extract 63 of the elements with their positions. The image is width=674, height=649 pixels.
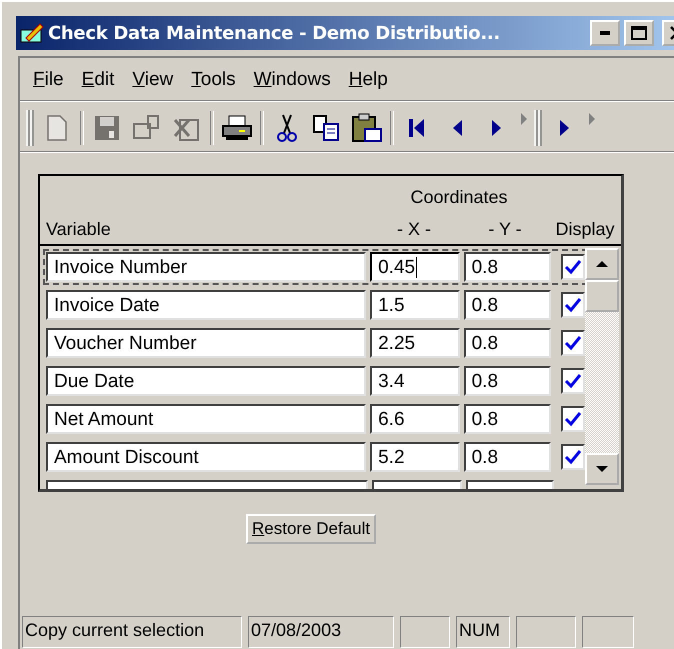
menu-item[interactable]: File	[26, 67, 71, 93]
menu-item[interactable]: View	[125, 67, 180, 93]
y-field[interactable]: 0.8	[464, 290, 552, 320]
menu-item[interactable]: Edit	[74, 67, 122, 93]
scroll-down-icon	[595, 465, 609, 473]
display-checkbox[interactable]	[561, 406, 585, 432]
x-field[interactable]: 6.6	[370, 404, 460, 434]
x-field[interactable]: 5.2	[370, 442, 460, 472]
duplicate-record-icon	[132, 114, 162, 142]
column-group-heading: Coordinates	[409, 187, 509, 208]
scroll-up-icon	[595, 260, 609, 268]
y-field[interactable]: 0.8	[464, 404, 552, 434]
variable-field[interactable]: Invoice Date	[46, 290, 366, 320]
display-checkbox[interactable]	[561, 330, 585, 356]
display-checkbox[interactable]	[561, 292, 585, 318]
variable-field[interactable]: Voucher Number	[46, 328, 366, 358]
focused-row[interactable]: Invoice Number 0.45 0.8	[46, 252, 585, 282]
display-checkbox[interactable]	[561, 368, 585, 394]
toolbar-grip-icon[interactable]	[534, 109, 542, 147]
copy-icon	[312, 114, 342, 142]
status-date: 07/08/2003	[248, 616, 394, 648]
pencil-grid-icon	[20, 22, 44, 44]
scissors-icon	[276, 113, 298, 143]
status-pane	[516, 616, 576, 648]
status-message: Copy current selection	[22, 616, 242, 648]
printer-icon	[221, 114, 253, 142]
x-field[interactable]: 1.5	[370, 290, 460, 320]
maximize-icon	[631, 26, 647, 40]
y-field[interactable]: 0.8	[464, 366, 552, 396]
column-heading: Display	[554, 219, 616, 240]
variable-field[interactable]: Amount Discount	[46, 442, 366, 472]
minimize-icon	[600, 31, 610, 35]
column-heading: - X -	[396, 219, 432, 240]
blank-page-icon	[45, 114, 69, 142]
maximize-button[interactable]	[624, 20, 654, 46]
x-field[interactable]: 2.25	[370, 328, 460, 358]
num-lock-indicator: NUM	[456, 616, 510, 648]
variable-field[interactable]: Invoice Number	[46, 252, 366, 282]
display-checkbox[interactable]	[561, 254, 585, 280]
column-heading: - Y -	[487, 219, 523, 240]
menu-item[interactable]: Windows	[246, 67, 338, 93]
minimize-button[interactable]	[590, 20, 620, 46]
restore-defaults-button[interactable]: Restore Default	[246, 514, 376, 544]
x-field[interactable]: 3.4	[370, 366, 460, 396]
x-field[interactable]: 0.45	[370, 252, 460, 282]
y-field[interactable]: 0.8	[464, 252, 552, 282]
menu-item[interactable]: Help	[342, 67, 395, 93]
status-pane	[400, 616, 450, 648]
column-heading: Variable	[45, 219, 112, 240]
status-pane	[582, 616, 634, 648]
display-checkbox[interactable]	[561, 444, 585, 470]
menu-item[interactable]: Tools	[184, 67, 243, 93]
y-field[interactable]: 0.8	[464, 442, 552, 472]
y-field[interactable]: 0.8	[464, 328, 552, 358]
save-icon	[93, 114, 121, 142]
variable-field[interactable]: Due Date	[46, 366, 366, 396]
variable-field[interactable]: Net Amount	[46, 404, 366, 434]
toolbar-grip-icon[interactable]	[26, 109, 34, 147]
scroll-thumb[interactable]	[585, 280, 619, 312]
window-title: Check Data Maintenance - Demo Distributio...	[48, 22, 501, 44]
paste-icon	[351, 113, 383, 143]
toolbar-button[interactable]	[350, 111, 384, 145]
vertical-scrollbar[interactable]	[585, 248, 619, 485]
